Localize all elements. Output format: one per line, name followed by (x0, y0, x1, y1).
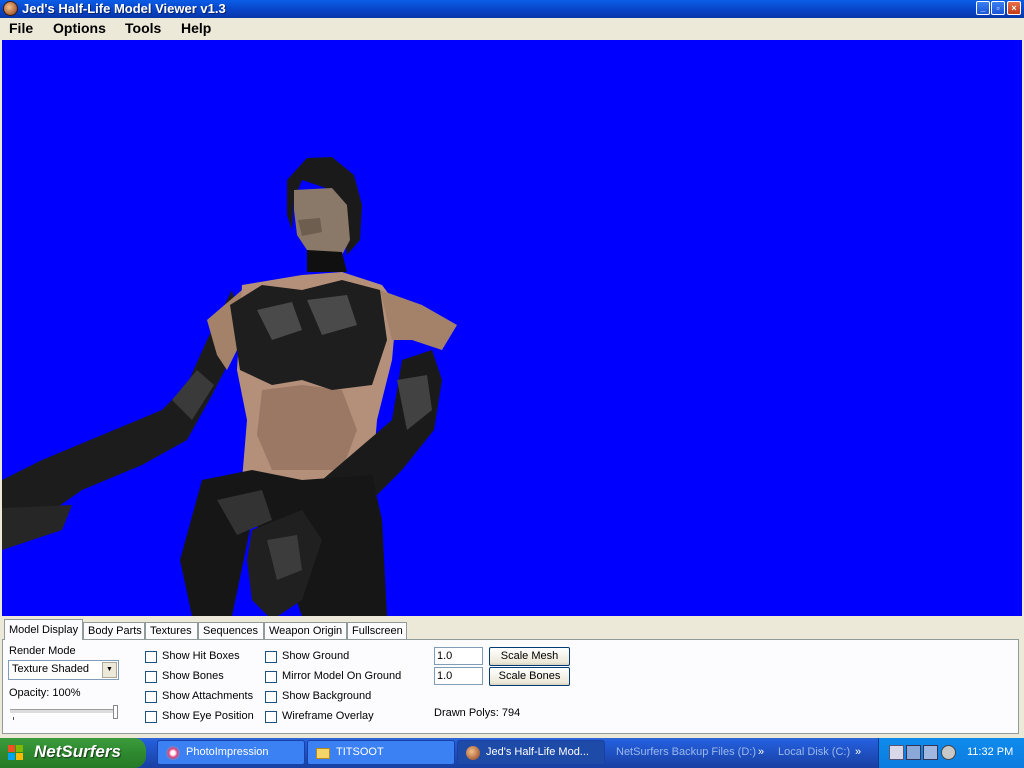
menu-tools[interactable]: Tools (125, 20, 161, 36)
menu-bar: File Options Tools Help (0, 18, 1024, 38)
wireframe-overlay-label: Wireframe Overlay (282, 710, 374, 722)
mirror-model-checkbox[interactable] (265, 671, 277, 683)
scale-mesh-input[interactable]: 1.0 (434, 647, 483, 665)
tab-fullscreen[interactable]: Fullscreen (347, 622, 407, 639)
tab-weapon-origin[interactable]: Weapon Origin (264, 622, 347, 639)
show-attachments-checkbox[interactable] (145, 691, 157, 703)
maximize-button[interactable]: ▫ (991, 1, 1005, 15)
close-button[interactable]: × (1007, 1, 1021, 15)
show-eye-position-checkbox[interactable] (145, 711, 157, 723)
show-eye-position-label: Show Eye Position (162, 710, 254, 722)
opacity-label: Opacity: 100% (9, 687, 81, 699)
speaker-icon[interactable] (941, 745, 956, 760)
character-model (2, 157, 457, 616)
app-icon (466, 746, 480, 760)
menu-help[interactable]: Help (181, 20, 211, 36)
clock: 11:32 PM (967, 746, 1014, 758)
taskbar-item-label: PhotoImpression (186, 746, 269, 758)
show-ground-label: Show Ground (282, 650, 350, 662)
opacity-slider-thumb[interactable] (113, 705, 118, 719)
scale-bones-input[interactable]: 1.0 (434, 667, 483, 685)
menu-file[interactable]: File (9, 20, 33, 36)
show-hit-boxes-label: Show Hit Boxes (162, 650, 240, 662)
show-ground-checkbox[interactable] (265, 651, 277, 663)
tab-textures[interactable]: Textures (145, 622, 198, 639)
app-icon[interactable] (3, 1, 18, 16)
chevron-right-icon[interactable]: » (758, 746, 764, 758)
taskbar-item-photoimpression[interactable]: PhotoImpression (157, 740, 305, 765)
show-bones-checkbox[interactable] (145, 671, 157, 683)
render-mode-select[interactable]: Texture Shaded ▼ (8, 660, 119, 680)
opacity-slider-track[interactable] (10, 709, 116, 714)
drawn-polys-label: Drawn Polys: 794 (434, 707, 521, 719)
toolbar-backup-files[interactable]: NetSurfers Backup Files (D:) (616, 746, 756, 758)
taskbar-item-model-viewer[interactable]: Jed's Half-Life Mod... (457, 740, 605, 765)
scale-mesh-button[interactable]: Scale Mesh (489, 647, 570, 666)
network-icon[interactable] (906, 745, 921, 760)
taskbar-item-titsoot[interactable]: TITSOOT (307, 740, 455, 765)
network-icon[interactable] (889, 745, 904, 760)
show-hit-boxes-checkbox[interactable] (145, 651, 157, 663)
render-mode-label: Render Mode (9, 645, 76, 657)
minimize-button[interactable]: _ (976, 1, 990, 15)
render-mode-value: Texture Shaded (12, 663, 90, 675)
taskbar-item-label: Jed's Half-Life Mod... (486, 746, 589, 758)
chevron-right-icon[interactable]: » (855, 746, 861, 758)
tab-model-display[interactable]: Model Display (4, 619, 83, 640)
taskbar: NetSurfers PhotoImpression TITSOOT Jed's… (0, 738, 1024, 768)
model-viewport[interactable] (2, 40, 1022, 616)
tab-sequences[interactable]: Sequences (198, 622, 264, 639)
window-title: Jed's Half-Life Model Viewer v1.3 (22, 1, 226, 16)
system-tray: 11:32 PM (878, 738, 1024, 768)
show-attachments-label: Show Attachments (162, 690, 254, 702)
network-icon[interactable] (923, 745, 938, 760)
show-bones-label: Show Bones (162, 670, 224, 682)
toolbar-local-disk[interactable]: Local Disk (C:) (778, 746, 850, 758)
scale-bones-button[interactable]: Scale Bones (489, 667, 570, 686)
mirror-model-label: Mirror Model On Ground (282, 670, 402, 682)
folder-icon (316, 748, 330, 759)
tab-body-parts[interactable]: Body Parts (83, 622, 145, 639)
wireframe-overlay-checkbox[interactable] (265, 711, 277, 723)
slider-tick (13, 717, 14, 720)
chevron-down-icon[interactable]: ▼ (102, 662, 117, 678)
photoimpression-icon (166, 746, 180, 760)
show-background-label: Show Background (282, 690, 372, 702)
windows-flag-icon (8, 745, 24, 761)
title-bar: Jed's Half-Life Model Viewer v1.3 _ ▫ × (0, 0, 1024, 18)
taskbar-item-label: TITSOOT (336, 746, 384, 758)
menu-options[interactable]: Options (53, 20, 106, 36)
control-panel: Model Display Body Parts Textures Sequen… (0, 617, 1024, 738)
show-background-checkbox[interactable] (265, 691, 277, 703)
start-button[interactable]: NetSurfers (0, 738, 146, 768)
start-label: NetSurfers (34, 742, 121, 761)
